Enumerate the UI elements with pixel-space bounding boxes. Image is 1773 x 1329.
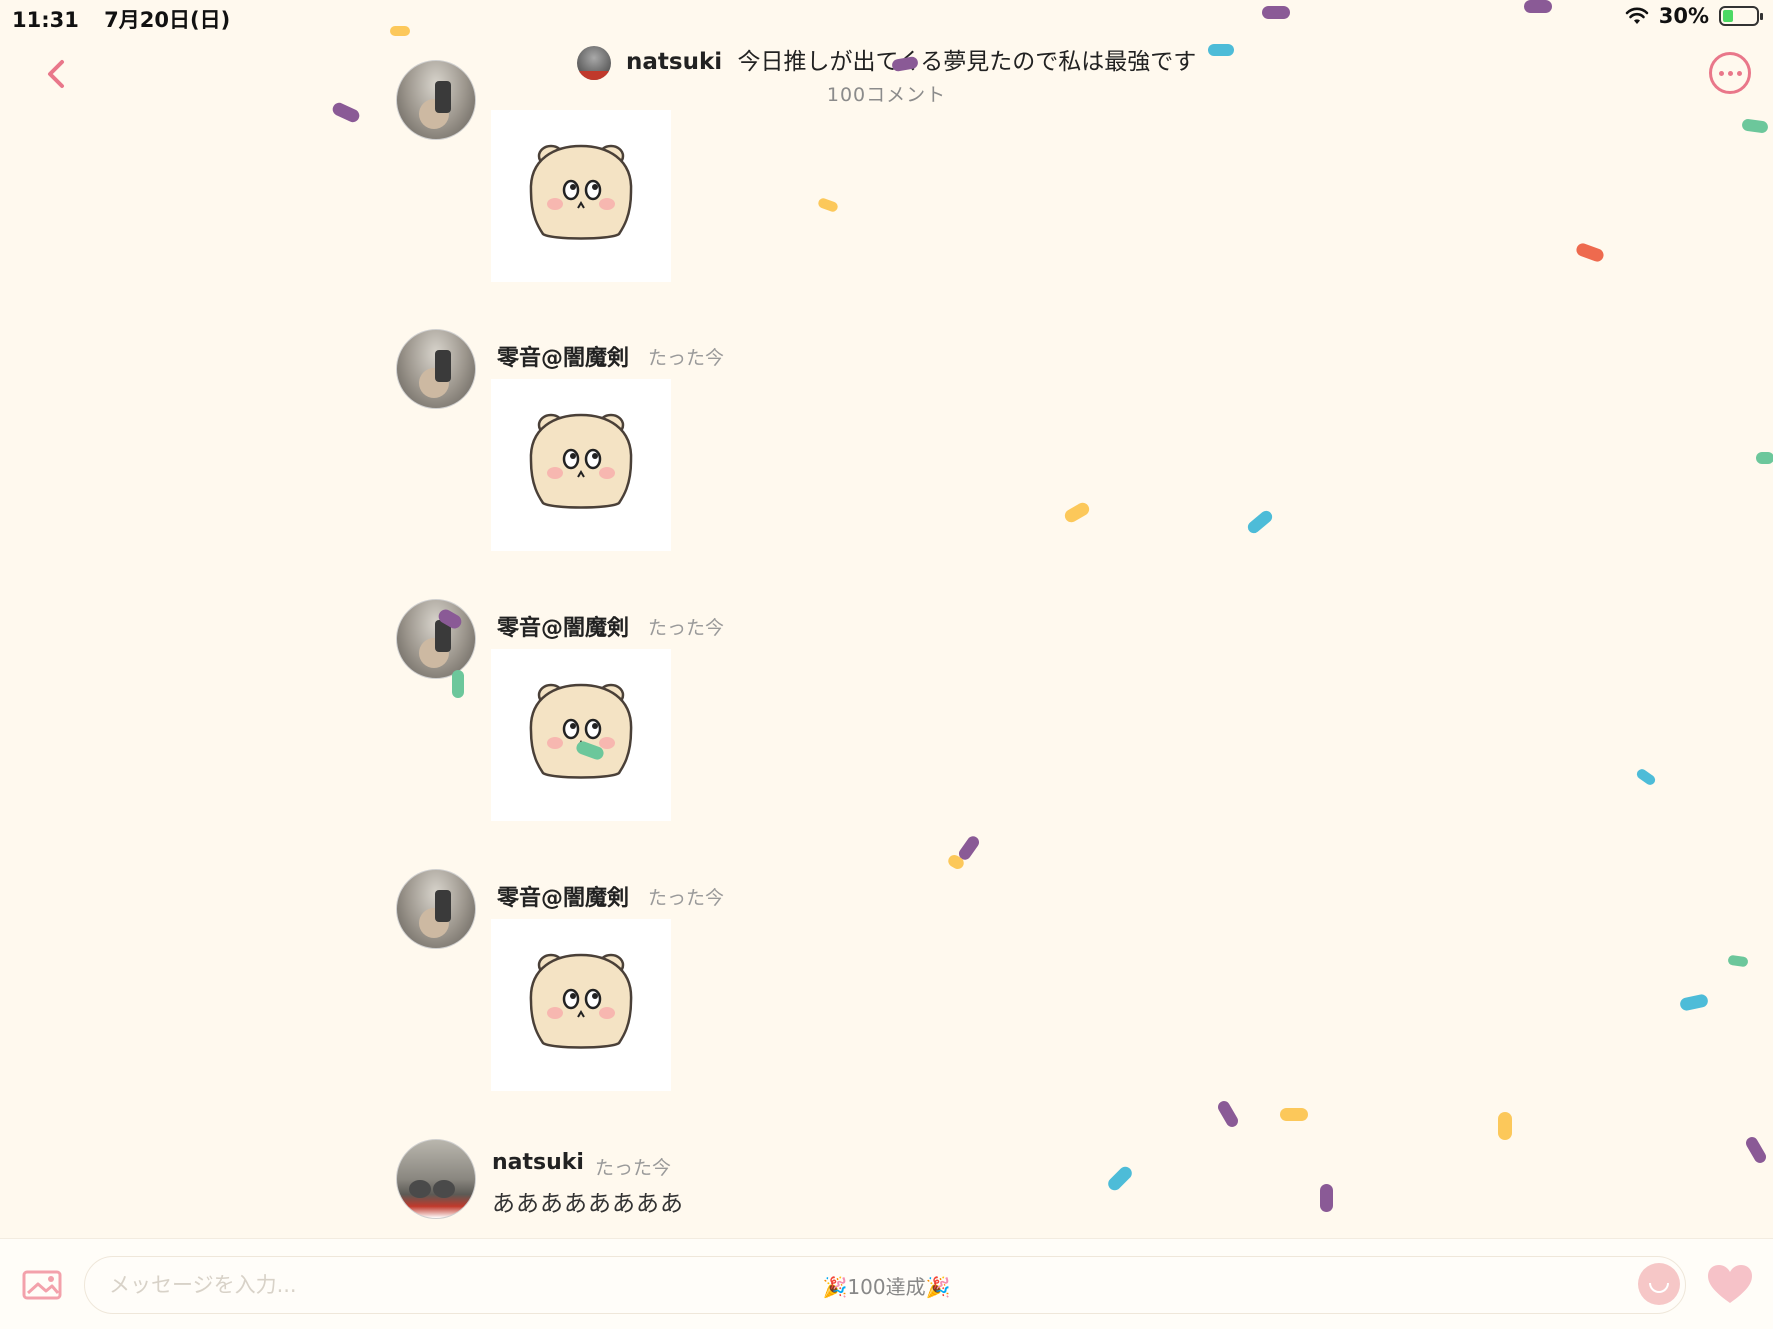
message-author[interactable]: 零音@闇魔剣 [497, 880, 629, 912]
thread-owner-name: natsuki [626, 49, 723, 75]
bear-sticker-icon [529, 683, 633, 779]
bear-sticker-icon [529, 144, 633, 240]
comment-count: 100コメント [826, 84, 947, 106]
message-input-bar: 🎉100達成🎉 [0, 1238, 1773, 1329]
battery-percent: 30% [1658, 4, 1709, 28]
confetti-piece [1756, 452, 1773, 464]
confetti-piece [946, 852, 966, 872]
sticker-image[interactable] [491, 379, 671, 551]
confetti-piece [1743, 1134, 1769, 1166]
confetti-piece [1262, 6, 1290, 19]
message-time: たった今 [595, 1157, 672, 1179]
more-icon[interactable] [1709, 52, 1751, 94]
message-author[interactable]: natsuki [492, 1150, 584, 1175]
confetti-piece [390, 26, 410, 36]
avatar[interactable] [396, 329, 476, 409]
thread-owner-avatar [576, 45, 611, 80]
thread-title[interactable]: natsuki 今日推しが出てくる夢見たので私は最強です [0, 42, 1773, 80]
confetti-piece [1634, 767, 1658, 787]
confetti-piece [1215, 1098, 1241, 1130]
image-icon[interactable] [22, 1267, 62, 1301]
confetti-piece [1280, 1108, 1308, 1121]
message-time: たった今 [648, 617, 725, 639]
avatar[interactable] [396, 1139, 476, 1219]
avatar[interactable] [396, 599, 476, 679]
confetti-piece [1678, 993, 1710, 1012]
battery-icon [1719, 6, 1763, 26]
message-time: たった今 [648, 347, 725, 369]
sticker-image[interactable] [491, 649, 671, 821]
avatar[interactable] [396, 869, 476, 949]
confetti-piece [1498, 1112, 1512, 1140]
message-author[interactable]: 零音@闇魔剣 [497, 340, 629, 372]
wifi-icon [1625, 7, 1649, 24]
confetti-piece [1245, 508, 1275, 536]
chat-screen: 11:31 7月20日(日) 30% natsuki 今日推しが出てくる夢見たの… [0, 0, 1773, 1329]
bear-sticker-icon [529, 953, 633, 1049]
face-icon[interactable] [1638, 1263, 1680, 1305]
message-author[interactable]: 零音@闇魔剣 [497, 610, 629, 642]
confetti-piece [1105, 1164, 1135, 1193]
avatar[interactable] [396, 60, 476, 140]
confetti-piece [956, 833, 982, 863]
confetti-piece [1062, 500, 1092, 525]
bear-sticker-icon [529, 413, 633, 509]
confetti-piece [1574, 241, 1606, 264]
heart-icon[interactable] [1706, 1263, 1754, 1305]
sticker-image[interactable] [491, 110, 671, 282]
confetti-piece [1320, 1184, 1333, 1212]
sticker-image[interactable] [491, 919, 671, 1091]
status-time: 11:31 [12, 8, 79, 32]
message-time: たった今 [648, 887, 725, 909]
confetti-piece [1741, 118, 1769, 134]
message-text: ああああああああ [492, 1191, 684, 1217]
status-bar-left: 11:31 7月20日(日) [12, 4, 248, 34]
message-input[interactable] [84, 1256, 1686, 1314]
confetti-piece [1524, 0, 1552, 13]
status-date: 7月20日(日) [104, 8, 231, 32]
thread-title-text: 今日推しが出てくる夢見たので私は最強です [737, 49, 1197, 75]
confetti-piece [1727, 954, 1749, 968]
status-bar-right: 30% [1625, 4, 1763, 28]
confetti-piece [816, 196, 840, 214]
